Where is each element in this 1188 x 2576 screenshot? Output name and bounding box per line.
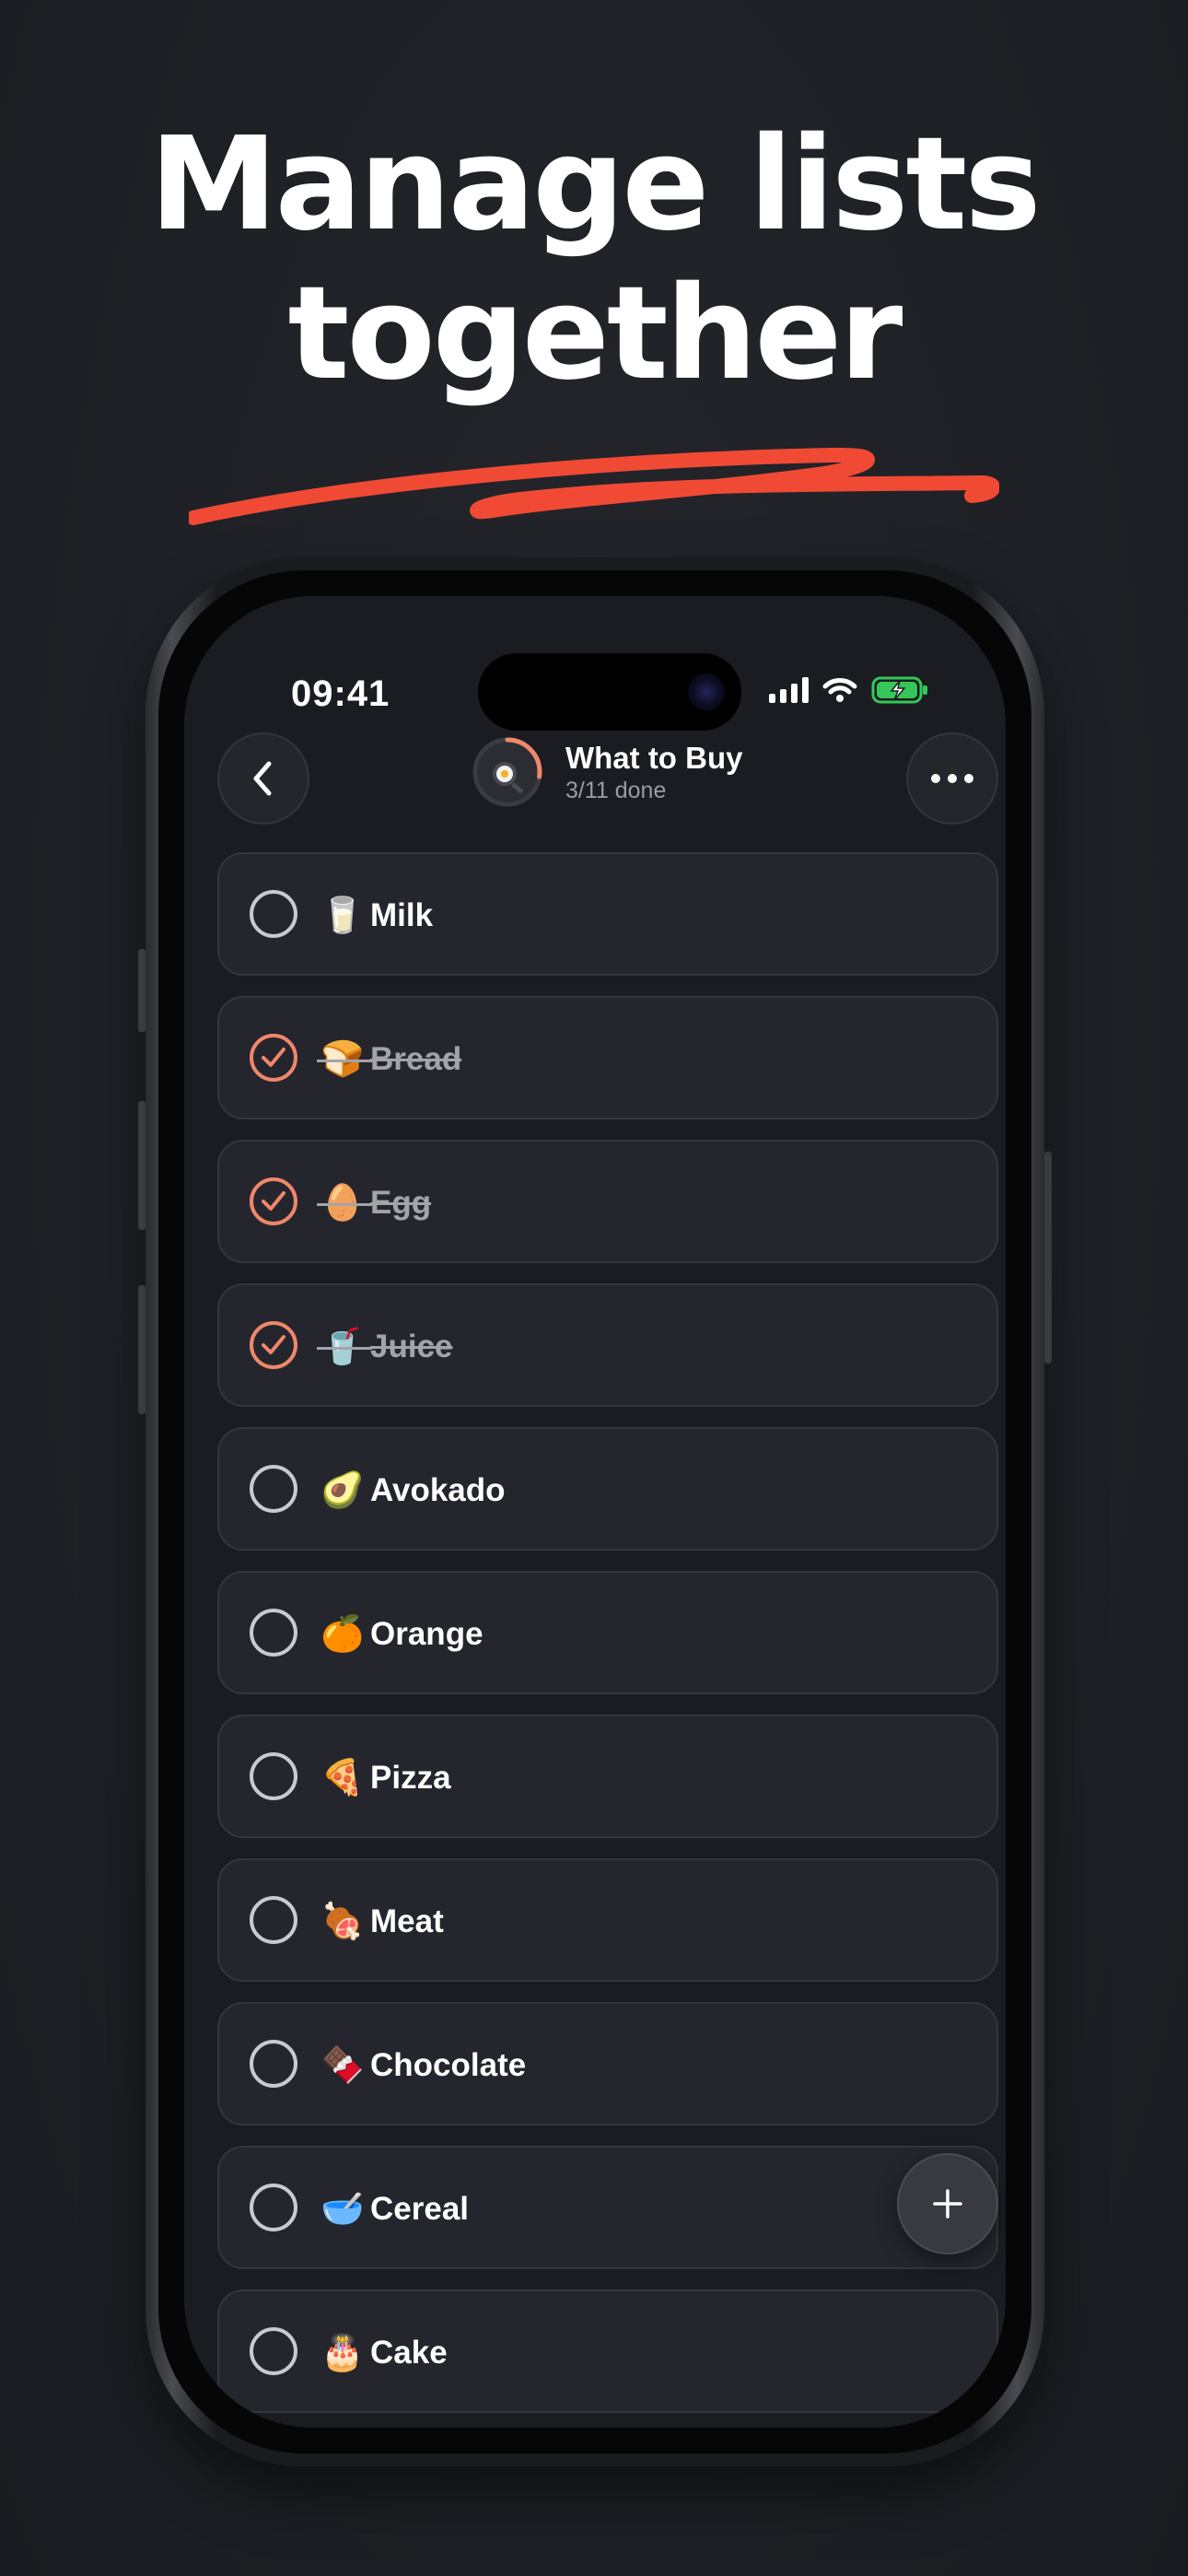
chevron-left-icon: [253, 761, 272, 796]
action-button: [138, 949, 146, 1032]
volume-down-button: [138, 1285, 146, 1414]
item-emoji: 🥑: [320, 1469, 365, 1510]
list-item[interactable]: 🥚 Egg: [217, 1140, 998, 1263]
checkbox[interactable]: [250, 1465, 297, 1513]
checkbox[interactable]: [250, 1896, 297, 1944]
camera-icon: [688, 673, 725, 710]
list-item[interactable]: 🥑 Avokado: [217, 1427, 998, 1551]
item-label: Avokado: [370, 1472, 506, 1508]
list-item[interactable]: 🍫 Chocolate: [217, 2002, 998, 2125]
item-label: Cake: [370, 2335, 448, 2371]
list-item[interactable]: 🎂 Cake: [217, 2289, 998, 2413]
item-label: Milk: [370, 897, 434, 933]
item-label: Egg: [370, 1185, 432, 1221]
strikethrough-line: [317, 1347, 372, 1350]
checkbox-checked[interactable]: [250, 1034, 297, 1082]
phone-frame: 09:41 What to Buy 3/11 done 🥛 Milk 🍞 Bre…: [138, 557, 1052, 2466]
wifi-icon: [822, 678, 857, 702]
add-item-button[interactable]: [897, 2153, 998, 2254]
shopping-list: 🥛 Milk 🍞 Bread 🥚 Egg 🥤 Juice 🥑 Avokado 🍊 Orange 🍕 Piz…: [217, 852, 998, 2428]
item-emoji: 🍫: [320, 2044, 365, 2085]
item-emoji: 🍖: [320, 1901, 365, 1941]
item-emoji: 🎂: [320, 2332, 365, 2372]
list-progress-text: 3/11 done: [565, 778, 667, 803]
checkbox[interactable]: [250, 1609, 297, 1657]
checkmark-icon: [262, 1048, 285, 1067]
list-item[interactable]: 🥣 Cereal: [217, 2146, 998, 2269]
list-header[interactable]: What to Buy 3/11 done: [470, 734, 742, 810]
item-emoji: 🥚: [320, 1182, 365, 1223]
item-emoji: 🍕: [320, 1757, 365, 1797]
checkbox-checked[interactable]: [250, 1177, 297, 1225]
item-label: Juice: [370, 1329, 453, 1364]
phone-screen: 09:41 What to Buy 3/11 done 🥛 Milk 🍞 Bre…: [184, 596, 1006, 2428]
item-label: Cereal: [370, 2191, 470, 2227]
headline: Manage lists together: [0, 111, 1188, 409]
battery-charging-icon: [871, 676, 927, 704]
power-button: [1044, 1152, 1052, 1364]
dynamic-island: [478, 653, 741, 731]
checkbox[interactable]: [250, 1752, 297, 1800]
checkbox[interactable]: [250, 890, 297, 938]
item-label: Chocolate: [370, 2047, 527, 2083]
strikethrough-line: [317, 1060, 372, 1062]
more-options-button[interactable]: [906, 732, 998, 825]
checkmark-icon: [262, 1191, 285, 1211]
headline-line-2: together: [287, 259, 903, 409]
checkbox-checked[interactable]: [250, 1321, 297, 1369]
list-item[interactable]: 🍕 Pizza: [217, 1715, 998, 1838]
item-label: Meat: [370, 1903, 444, 1939]
checkbox[interactable]: [250, 2040, 297, 2088]
list-item[interactable]: 🍊 Orange: [217, 1571, 998, 1694]
list-item[interactable]: 🥤 Juice: [217, 1283, 998, 1407]
item-label: Bread: [370, 1041, 462, 1077]
strikethrough-line: [317, 1203, 372, 1206]
item-emoji: 🍊: [320, 1613, 365, 1654]
headline-line-1: Manage lists: [149, 110, 1041, 260]
item-emoji: 🥤: [320, 1326, 365, 1366]
checkbox[interactable]: [250, 2327, 297, 2375]
item-label: Pizza: [370, 1760, 451, 1796]
list-title: What to Buy: [565, 741, 743, 775]
item-label: Orange: [370, 1616, 483, 1652]
item-emoji: 🍞: [320, 1038, 365, 1079]
phone-bezel: 09:41 What to Buy 3/11 done 🥛 Milk 🍞 Bre…: [158, 570, 1031, 2453]
list-item[interactable]: 🥛 Milk: [217, 852, 998, 976]
list-progress-ring: [470, 734, 545, 810]
signal-icon: [769, 677, 809, 703]
status-time: 09:41: [291, 673, 390, 714]
volume-up-button: [138, 1101, 146, 1230]
item-emoji: 🥣: [320, 2188, 365, 2229]
ellipsis-icon: [931, 774, 973, 783]
plus-icon: [933, 2189, 962, 2219]
status-icons: [769, 675, 930, 705]
list-item[interactable]: 🍞 Bread: [217, 996, 998, 1119]
back-button[interactable]: [217, 732, 309, 825]
checkmark-icon: [262, 1335, 285, 1354]
brush-swoosh: [189, 447, 999, 525]
item-emoji: 🥛: [320, 895, 365, 935]
list-item[interactable]: 🍖 Meat: [217, 1858, 998, 1982]
checkbox[interactable]: [250, 2184, 297, 2231]
